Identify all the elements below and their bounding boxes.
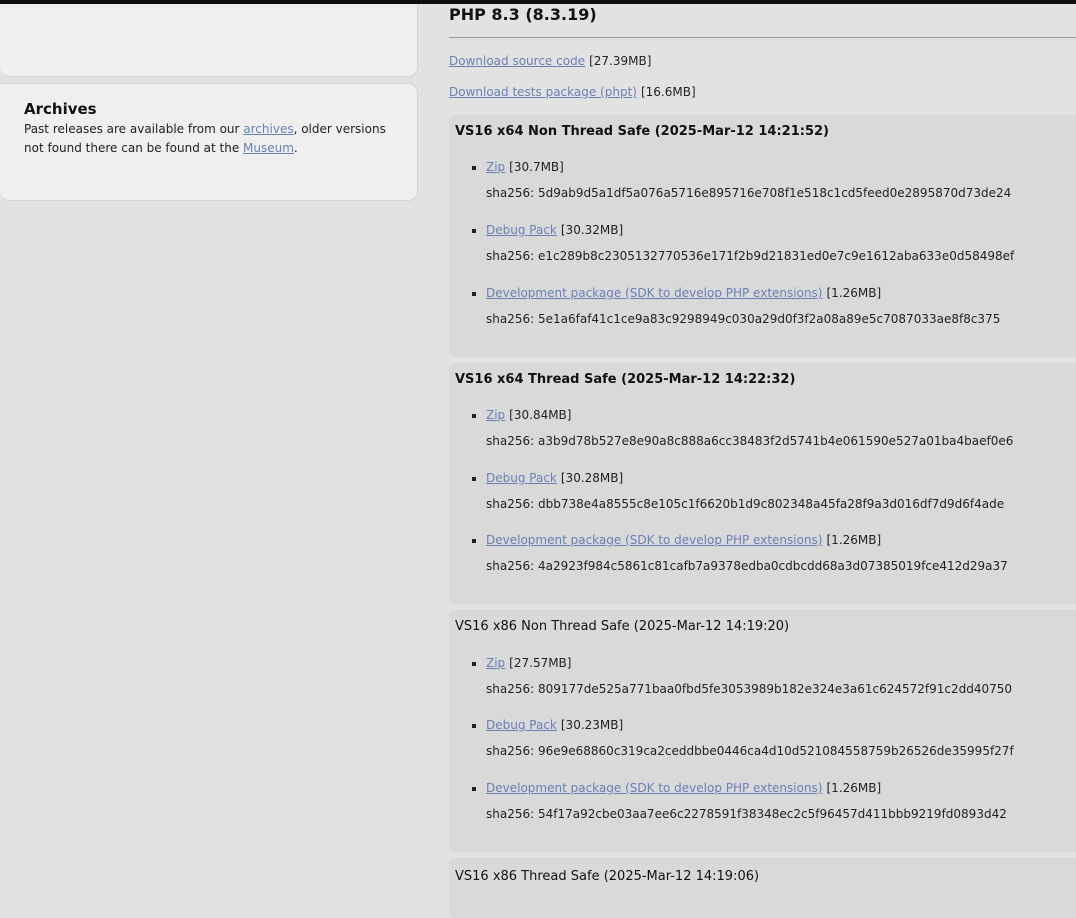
sha256-hash: sha256: a3b9d78b527e8e90a8c888a6cc38483f…: [486, 434, 1014, 448]
bullet-icon: [472, 166, 476, 170]
title-divider: [449, 37, 1076, 38]
sidebar-info-panel: for details.: [0, 0, 418, 77]
bullet-icon: [472, 414, 476, 418]
main-content: PHP 8.3 (8.3.19) Download source code [27…: [425, 0, 1076, 918]
build-title: VS16 x86 Thread Safe (2025-Mar-12 14:19:…: [455, 869, 760, 884]
bullet-icon: [472, 662, 476, 666]
file-size: [27.57MB]: [509, 656, 572, 670]
sha256-hash: sha256: dbb738e4a8555c8e105c1f6620b1d9c8…: [486, 497, 1005, 511]
sidebar: for details. Archives Past releases are …: [0, 0, 425, 893]
download-source-line: Download source code [27.39MB]: [449, 54, 651, 68]
zip-link[interactable]: Zip: [486, 656, 505, 670]
archives-link[interactable]: archives: [243, 122, 293, 136]
download-source-link[interactable]: Download source code: [449, 54, 585, 68]
download-source-size: [27.39MB]: [589, 54, 652, 68]
dev-package-link[interactable]: Development package (SDK to develop PHP …: [486, 286, 823, 300]
debug-pack-link[interactable]: Debug Pack: [486, 718, 557, 732]
build-box: VS16 x86 Thread Safe (2025-Mar-12 14:19:…: [449, 858, 1076, 918]
bullet-icon: [472, 292, 476, 296]
debug-pack-link[interactable]: Debug Pack: [486, 471, 557, 485]
archives-heading: Archives: [24, 100, 97, 118]
sha256-hash: sha256: 5e1a6faf41c1ce9a83c9298949c030a2…: [486, 312, 1001, 326]
download-tests-link[interactable]: Download tests package (phpt): [449, 85, 637, 99]
zip-link[interactable]: Zip: [486, 160, 505, 174]
download-tests-size: [16.6MB]: [640, 85, 696, 99]
release-title: PHP 8.3 (8.3.19): [449, 5, 597, 24]
sha256-hash: sha256: 4a2923f984c5861c81cafb7a9378edba…: [486, 559, 1008, 573]
file-size: [30.23MB]: [560, 718, 624, 732]
build-box: VS16 x86 Non Thread Safe (2025-Mar-12 14…: [449, 610, 1076, 852]
bullet-icon: [472, 724, 476, 728]
file-size: [30.7MB]: [509, 160, 564, 174]
build-box: VS16 x64 Thread Safe (2025-Mar-12 14:22:…: [449, 363, 1076, 604]
file-size: [30.32MB]: [560, 223, 624, 237]
bullet-icon: [472, 477, 476, 481]
sha256-hash: sha256: 809177de525a771baa0fbd5fe3053989…: [486, 682, 1013, 696]
sha256-hash: sha256: 5d9ab9d5a1df5a076a5716e895716e70…: [486, 186, 1012, 200]
archives-text-end: .: [293, 141, 298, 155]
archives-panel: Archives Past releases are available fro…: [0, 83, 418, 201]
build-title: VS16 x86 Non Thread Safe (2025-Mar-12 14…: [455, 619, 790, 634]
dev-package-link[interactable]: Development package (SDK to develop PHP …: [486, 533, 823, 547]
build-title: VS16 x64 Thread Safe (2025-Mar-12 14:22:…: [455, 372, 796, 387]
archives-text: Past releases are available from our arc…: [24, 120, 394, 158]
file-size: [1.26MB]: [826, 286, 882, 300]
dev-package-link[interactable]: Development package (SDK to develop PHP …: [486, 781, 823, 795]
zip-link[interactable]: Zip: [486, 408, 505, 422]
sha256-hash: sha256: 54f17a92cbe03aa7ee6c2278591f3834…: [486, 807, 1007, 821]
file-size: [1.26MB]: [826, 533, 882, 547]
file-size: [30.28MB]: [560, 471, 624, 485]
bullet-icon: [472, 787, 476, 791]
debug-pack-link[interactable]: Debug Pack: [486, 223, 557, 237]
build-title: VS16 x64 Non Thread Safe (2025-Mar-12 14…: [455, 124, 829, 139]
sha256-hash: sha256: 96e9e68860c319ca2ceddbbe0446ca4d…: [486, 744, 1014, 758]
build-box: VS16 x64 Non Thread Safe (2025-Mar-12 14…: [449, 115, 1076, 357]
top-border: [0, 0, 1076, 4]
bullet-icon: [472, 229, 476, 233]
archives-text-before: Past releases are available from our: [24, 122, 244, 136]
sha256-hash: sha256: e1c289b8c2305132770536e171f2b9d2…: [486, 249, 1015, 263]
museum-link[interactable]: Museum: [243, 141, 294, 155]
bullet-icon: [472, 539, 476, 543]
download-tests-line: Download tests package (phpt) [16.6MB]: [449, 85, 696, 99]
file-size: [1.26MB]: [826, 781, 882, 795]
file-size: [30.84MB]: [509, 408, 572, 422]
